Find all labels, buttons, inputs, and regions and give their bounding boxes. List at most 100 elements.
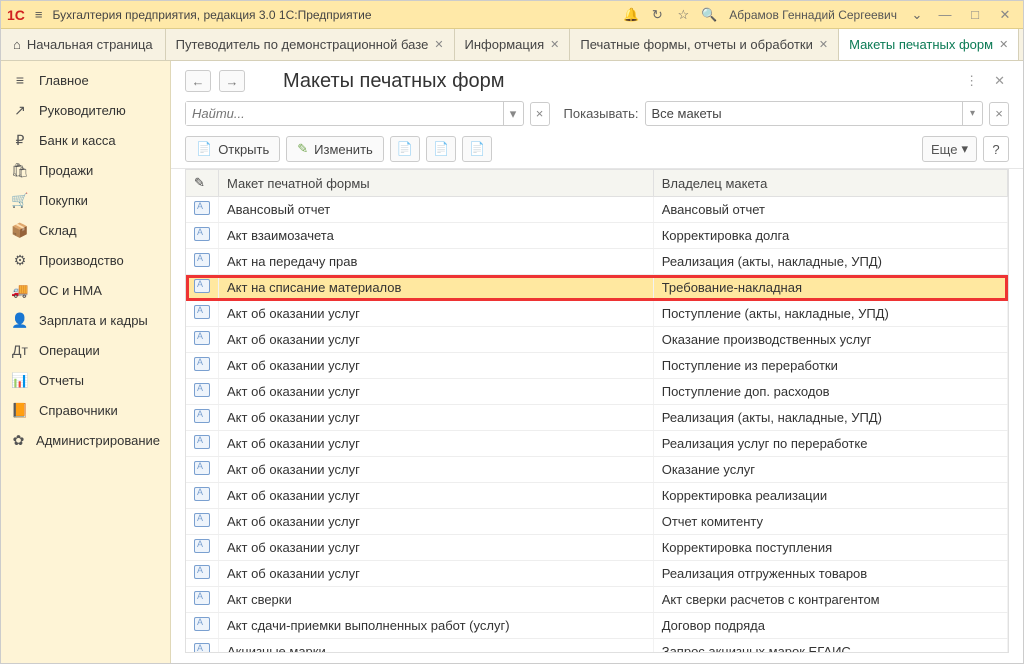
row-icon-cell [186,327,219,353]
template-icon [194,617,210,631]
col-owner-header[interactable]: Владелец макета [653,170,1007,197]
table-row[interactable]: Акт взаимозачетаКорректировка долга [186,223,1008,249]
row-owner: Корректировка долга [653,223,1007,249]
back-button[interactable]: ← [185,70,211,92]
sidebar-icon: ✿ [11,431,26,449]
table-row[interactable]: Акт сверкиАкт сверки расчетов с контраге… [186,587,1008,613]
template-icon [194,305,210,319]
forward-button[interactable]: → [219,70,245,92]
close-icon[interactable]: ✕ [819,38,828,51]
table-row[interactable]: Акт об оказании услугПоступление (акты, … [186,301,1008,327]
help-button[interactable]: ? [983,136,1009,162]
row-name: Акт об оказании услуг [219,405,654,431]
kebab-menu-icon[interactable]: ⋮ [961,69,982,93]
tool-button-1[interactable]: 📄 [390,136,420,162]
table-row[interactable]: Акт об оказании услугРеализация услуг по… [186,431,1008,457]
tab-print-forms[interactable]: Печатные формы, отчеты и обработки ✕ [570,29,839,60]
close-page-icon[interactable]: ✕ [990,69,1009,93]
sidebar-icon: 🛍 [11,161,29,179]
sidebar-item-8[interactable]: 👤Зарплата и кадры [1,305,170,335]
table-row[interactable]: Акт об оказании услугРеализация (акты, н… [186,405,1008,431]
table-row[interactable]: Акт об оказании услугОказание услуг [186,457,1008,483]
sidebar-item-11[interactable]: 📙Справочники [1,395,170,425]
table-row[interactable]: Акт об оказании услугОтчет комитенту [186,509,1008,535]
sidebar-item-12[interactable]: ✿Администрирование [1,425,170,455]
template-icon [194,487,210,501]
row-icon-cell [186,249,219,275]
tool-button-2[interactable]: 📄 [426,136,456,162]
table-row[interactable]: Акт сдачи-приемки выполненных работ (усл… [186,613,1008,639]
burger-icon[interactable]: ≡ [31,7,47,22]
search-icon[interactable]: 🔍 [699,5,719,25]
template-icon [194,279,210,293]
sidebar-item-7[interactable]: 🚚ОС и НМА [1,275,170,305]
sidebar-item-2[interactable]: ₽Банк и касса [1,125,170,155]
tool-button-3[interactable]: 📄 [462,136,492,162]
template-icon [194,565,210,579]
sidebar-item-3[interactable]: 🛍Продажи [1,155,170,185]
table-row[interactable]: Акт об оказании услугКорректировка реали… [186,483,1008,509]
sidebar-item-6[interactable]: ⚙Производство [1,245,170,275]
table-row[interactable]: Акт на списание материаловТребование-нак… [186,275,1008,301]
edit-button[interactable]: ✎ Изменить [286,136,384,162]
row-icon-cell [186,405,219,431]
row-owner: Корректировка поступления [653,535,1007,561]
table-row[interactable]: Акт об оказании услугОказание производст… [186,327,1008,353]
star-icon[interactable]: ☆ [673,5,693,25]
table-row[interactable]: Акт об оказании услугПоступление из пере… [186,353,1008,379]
sidebar-item-10[interactable]: 📊Отчеты [1,365,170,395]
tab-info[interactable]: Информация ✕ [455,29,571,60]
search-clear-button[interactable]: × [530,102,550,126]
sidebar-item-5[interactable]: 📦Склад [1,215,170,245]
history-icon[interactable]: ↻ [647,5,667,25]
chevron-down-icon[interactable]: ▾ [962,102,982,125]
close-icon[interactable]: ✕ [434,38,443,51]
user-dropdown-icon[interactable]: ⌄ [907,5,927,25]
close-icon[interactable]: ✕ [999,38,1008,51]
tab-templates[interactable]: Макеты печатных форм ✕ [839,29,1019,60]
table-row[interactable]: Акт об оказании услугПоступление доп. ра… [186,379,1008,405]
close-icon[interactable]: ✕ [550,38,559,51]
table-row[interactable]: Авансовый отчетАвансовый отчет [186,197,1008,223]
table-row[interactable]: Акт об оказании услугРеализация отгружен… [186,561,1008,587]
more-button[interactable]: Еще ▾ [922,136,977,162]
template-icon [194,539,210,553]
row-icon-cell [186,353,219,379]
home-tab-label: Начальная страница [27,37,153,52]
minimize-button[interactable]: — [933,5,957,25]
row-owner: Корректировка реализации [653,483,1007,509]
filter-clear-button[interactable]: × [989,102,1009,126]
tab-guide[interactable]: Путеводитель по демонстрационной базе ✕ [166,29,455,60]
table-row[interactable]: Акт на передачу правРеализация (акты, на… [186,249,1008,275]
table-wrap[interactable]: ✎ Макет печатной формы Владелец макета А… [185,169,1009,653]
maximize-button[interactable]: □ [963,5,987,25]
row-name: Акт об оказании услуг [219,353,654,379]
user-name[interactable]: Абрамов Геннадий Сергеевич [725,8,901,22]
open-button[interactable]: 📄 Открыть [185,136,280,162]
search-dropdown-icon[interactable]: ▾ [503,102,523,125]
row-name: Акт об оказании услуг [219,535,654,561]
sidebar-item-9[interactable]: ДтОперации [1,335,170,365]
doc-icon: 📄 [433,141,449,157]
home-tab[interactable]: ⌂ Начальная страница [1,29,166,60]
table-row[interactable]: Акцизные маркиЗапрос акцизных марок ЕГАИ… [186,639,1008,654]
sidebar-item-0[interactable]: ≡Главное [1,65,170,95]
tab-label: Путеводитель по демонстрационной базе [176,37,429,52]
sidebar-item-label: Зарплата и кадры [39,313,148,328]
row-icon-cell [186,561,219,587]
filter-combo[interactable]: Все макеты ▾ [645,101,984,126]
table-row[interactable]: Акт об оказании услугКорректировка посту… [186,535,1008,561]
sidebar-item-1[interactable]: ↗Руководителю [1,95,170,125]
sidebar-icon: ≡ [11,71,29,89]
template-icon [194,409,210,423]
row-owner: Договор подряда [653,613,1007,639]
sidebar-item-label: ОС и НМА [39,283,102,298]
tab-label: Макеты печатных форм [849,37,993,52]
col-icon-header[interactable]: ✎ [186,170,219,197]
bell-icon[interactable]: 🔔 [621,5,641,25]
row-name: Акт об оказании услуг [219,379,654,405]
sidebar-item-4[interactable]: 🛒Покупки [1,185,170,215]
close-button[interactable]: ✕ [993,5,1017,25]
col-name-header[interactable]: Макет печатной формы [219,170,654,197]
search-input[interactable] [186,102,503,125]
